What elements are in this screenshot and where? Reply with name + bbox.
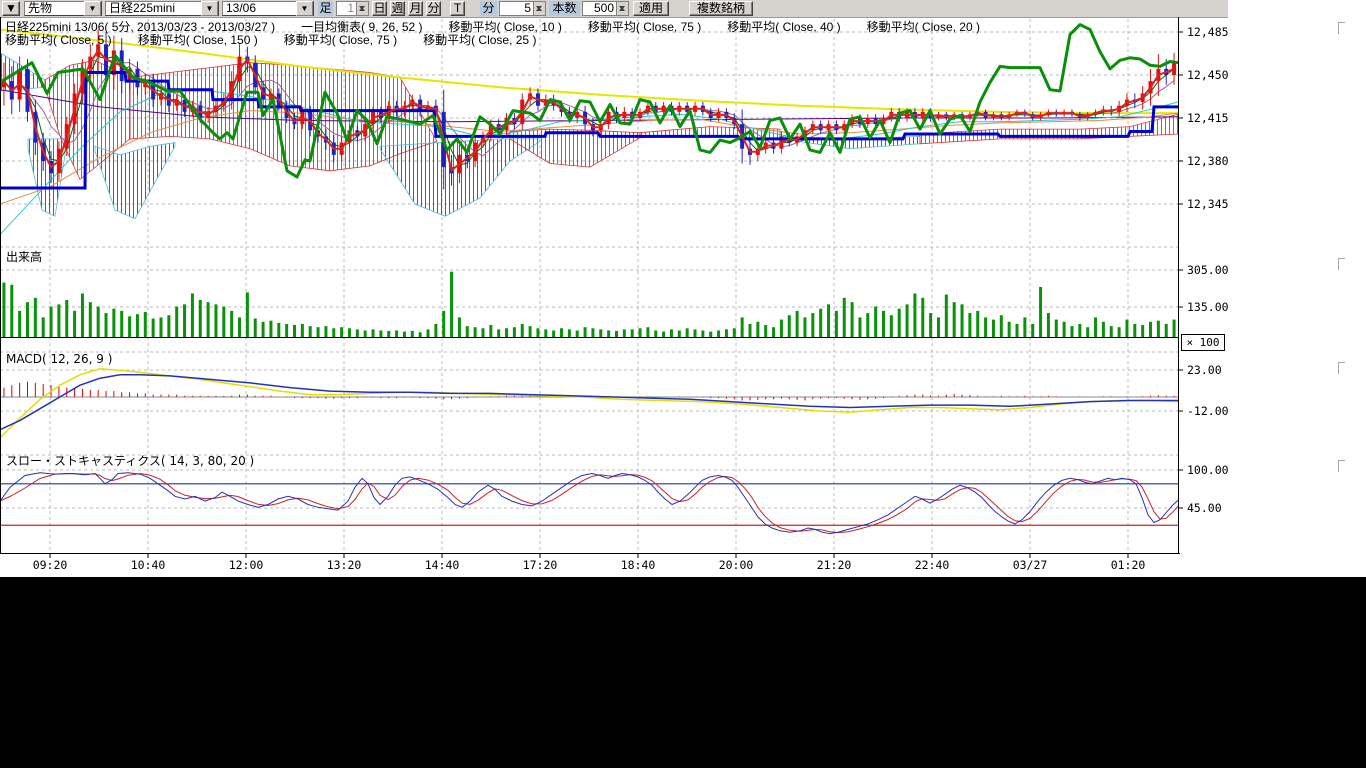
axis-tick-label: 12,415 [1187,111,1229,125]
legend-item: 移動平均( Close, 150 ) [138,33,258,47]
contract-month-select[interactable]: 13/06 ▼ [222,1,314,16]
bar-count-stepper[interactable]: 500 [582,1,629,16]
axis-tick-label: 45.00 [1187,501,1222,515]
symbol-select[interactable]: 日経225mini ▼ [105,1,219,16]
panel-resize-handle[interactable] [1338,258,1345,270]
time-axis-label: 03/27 [1013,558,1048,572]
multi-symbol-button[interactable]: 複数銘柄 [689,1,753,16]
volume-panel-label: 出来高 [6,248,42,265]
panel-resize-handle[interactable] [1338,22,1345,34]
axis-tick-label: 12,345 [1187,197,1229,211]
minute-button[interactable]: 分 [426,1,441,16]
bar-count-label: 本数 [549,1,580,16]
chevron-down-icon[interactable]: ▼ [201,1,218,16]
chevron-down-icon[interactable]: ▼ [84,1,101,16]
stoch-panel-label: スロー・ストキャスティクス( 14, 3, 80, 20 ) [6,452,254,469]
chart-canvas[interactable]: 12,485 12,450 12,415 12,380 12,345 305.00 135.… [0,17,1240,577]
legend-item: 移動平均( Close, 20 ) [867,20,980,34]
axis-tick-label: 305.00 [1187,263,1229,277]
time-axis-label: 10:40 [131,558,166,572]
axis-tick-label: 12,485 [1187,25,1229,39]
axis-tick-label: 23.00 [1187,363,1222,377]
toolbar: ▼ 先物 ▼ 日経225mini ▼ 13/06 ▼ 足 1 日 週 月 分 T… [0,0,1228,18]
weekly-button[interactable]: 週 [390,1,405,16]
axis-tick-label: 12,380 [1187,154,1229,168]
minutes-label: 分 [480,1,497,16]
monthly-button[interactable]: 月 [408,1,423,16]
spinner-arrows-icon[interactable] [533,2,545,15]
legend-item: 移動平均( Close, 25 ) [423,33,536,47]
hidden-combo-dropdown-button[interactable]: ▼ [2,1,20,16]
legend-item: 移動平均( Close, 75 ) [588,20,701,34]
bar-type-label: 足 [318,1,333,16]
spinner-arrows-icon[interactable] [356,2,368,15]
minutes-stepper[interactable]: 5 [499,1,546,16]
time-axis-label: 13:20 [327,558,362,572]
bar-interval-value: 1 [337,2,356,15]
time-axis-label: 21:20 [817,558,852,572]
legend-item: 移動平均( Close, 40 ) [727,20,840,34]
chart-application-window: ▼ 先物 ▼ 日経225mini ▼ 13/06 ▼ 足 1 日 週 月 分 T… [0,0,1366,768]
apply-button[interactable]: 適用 [633,1,669,16]
bar-interval-stepper[interactable]: 1 [336,1,369,16]
macd-panel-label: MACD( 12, 26, 9 ) [6,352,112,366]
panel-resize-handle[interactable] [1338,362,1345,374]
time-axis-label: 18:40 [621,558,656,572]
time-axis-label: 22:40 [915,558,950,572]
market-select[interactable]: 先物 ▼ [24,1,102,16]
time-axis-label: 14:40 [425,558,460,572]
legend-row-2: 移動平均( Close, 5 ) 移動平均( Close, 150 ) 移動平均( … [5,31,562,48]
time-axis-label: 01:20 [1111,558,1146,572]
time-axis-label: 09:20 [33,558,68,572]
contract-month-value: 13/06 [223,2,296,15]
axis-tick-label: 12,450 [1187,68,1229,82]
panel-resize-handle[interactable] [1338,460,1345,472]
market-select-value: 先物 [25,2,84,15]
axis-tick-label: 100.00 [1187,463,1229,477]
legend-item: 移動平均( Close, 75 ) [284,33,397,47]
bar-count-value: 500 [583,2,616,15]
spinner-arrows-icon[interactable] [616,2,628,15]
symbol-select-value: 日経225mini [106,2,201,15]
axis-tick-label: 135.00 [1187,300,1229,314]
tick-button[interactable]: T [450,1,465,16]
minutes-value: 5 [500,2,533,15]
axis-tick-label: -12.00 [1187,404,1229,418]
chevron-down-icon[interactable]: ▼ [296,1,313,16]
time-axis-label: 17:20 [523,558,558,572]
daily-button[interactable]: 日 [372,1,387,16]
time-axis-label: 12:00 [229,558,264,572]
volume-unit-badge: × 100 [1181,334,1225,351]
time-axis-label: 20:00 [719,558,754,572]
legend-item: 移動平均( Close, 5 ) [5,33,112,47]
